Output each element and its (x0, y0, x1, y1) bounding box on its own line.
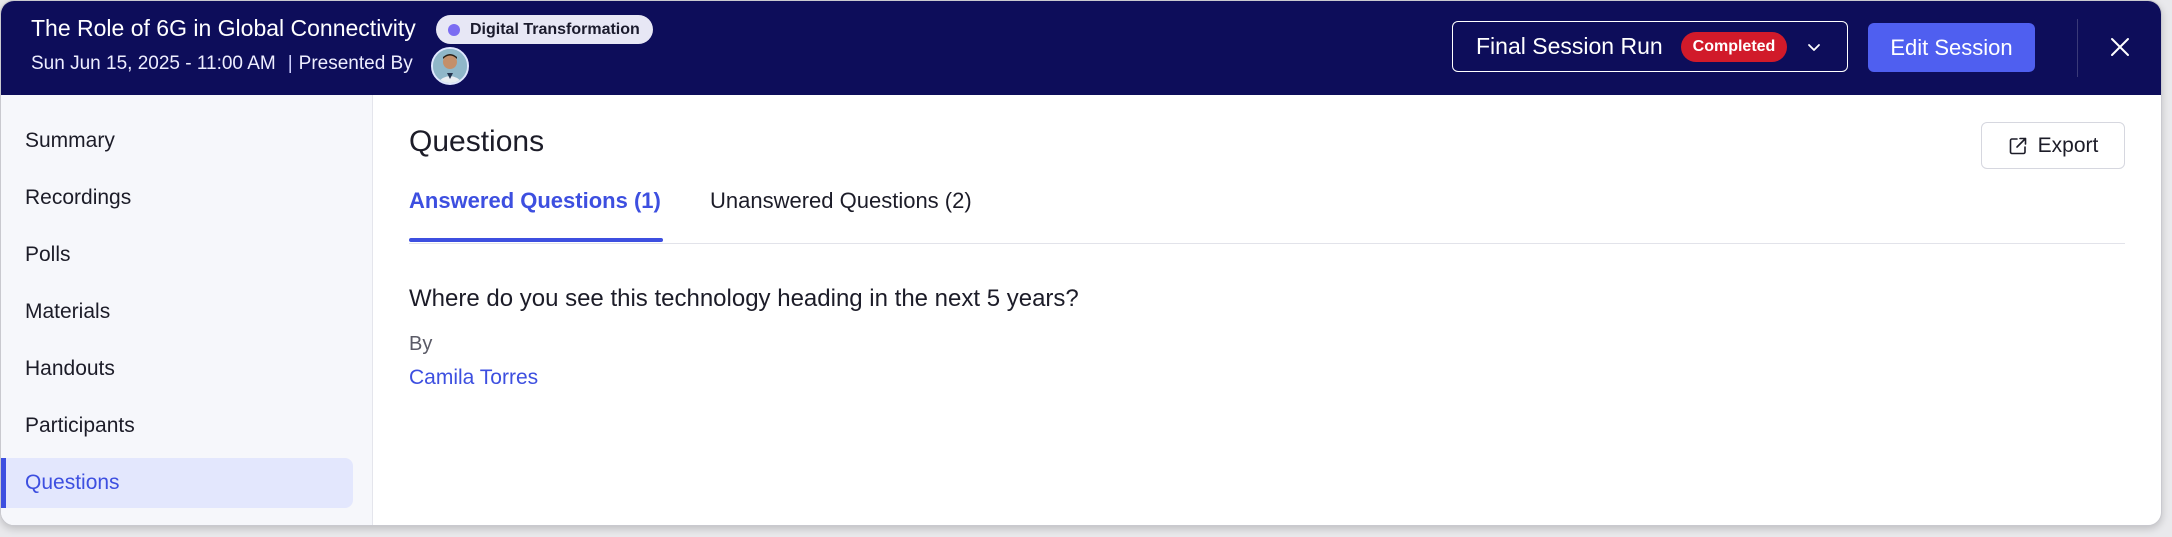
active-tab-indicator (409, 238, 663, 242)
export-icon (2009, 137, 2026, 154)
sidebar-item-questions[interactable]: Questions (1, 458, 353, 508)
session-title: The Role of 6G in Global Connectivity (31, 15, 416, 41)
meta-separator: | (287, 53, 293, 74)
export-label: Export (2037, 133, 2099, 157)
tab-unanswered-questions[interactable]: Unanswered Questions (2) (710, 188, 972, 238)
session-run-value: Final Session Run (1476, 33, 1663, 59)
export-button[interactable]: Export (1981, 122, 2125, 169)
close-button[interactable] (2107, 34, 2133, 60)
session-run-select[interactable]: Final Session Run Completed (1452, 21, 1848, 72)
dot-icon (448, 23, 460, 36)
tab-answered-questions[interactable]: Answered Questions (1) (409, 188, 661, 238)
category-tag: Digital Transformation (436, 15, 653, 44)
main-content: Questions Export Answered Questions (1) … (373, 95, 2161, 525)
sidebar-item-recordings[interactable]: Recordings (1, 173, 353, 223)
header-divider (2077, 19, 2078, 77)
session-header: The Role of 6G in Global Connectivity Di… (1, 1, 2161, 95)
session-datetime: Sun Jun 15, 2025 - 11:00 AM (31, 53, 276, 74)
status-badge: Completed (1680, 31, 1788, 62)
question-by-label: By (409, 333, 433, 355)
chevron-down-icon[interactable] (1805, 38, 1823, 56)
presenter-avatar[interactable] (431, 47, 469, 85)
question-author-link[interactable]: Camila Torres (409, 366, 538, 390)
tabs-divider (409, 243, 2125, 244)
avatar-image (433, 49, 467, 83)
sidebar-item-summary[interactable]: Summary (1, 116, 353, 166)
sidebar-item-handouts[interactable]: Handouts (1, 344, 353, 394)
sidebar-item-participants[interactable]: Participants (1, 401, 353, 451)
session-meta: Sun Jun 15, 2025 - 11:00 AM | Presented … (31, 53, 413, 75)
sidebar: Summary Recordings Polls Materials Hando… (1, 95, 373, 525)
page-title: Questions (409, 125, 545, 158)
sidebar-item-polls[interactable]: Polls (1, 230, 353, 280)
category-tag-label: Digital Transformation (470, 20, 640, 38)
question-text: Where do you see this technology heading… (409, 285, 1079, 312)
sidebar-item-materials[interactable]: Materials (1, 287, 353, 337)
edit-session-button[interactable]: Edit Session (1868, 23, 2035, 72)
presented-by-label: Presented By (298, 53, 413, 74)
close-icon[interactable] (2109, 36, 2131, 58)
app-window: The Role of 6G in Global Connectivity Di… (0, 0, 2162, 526)
